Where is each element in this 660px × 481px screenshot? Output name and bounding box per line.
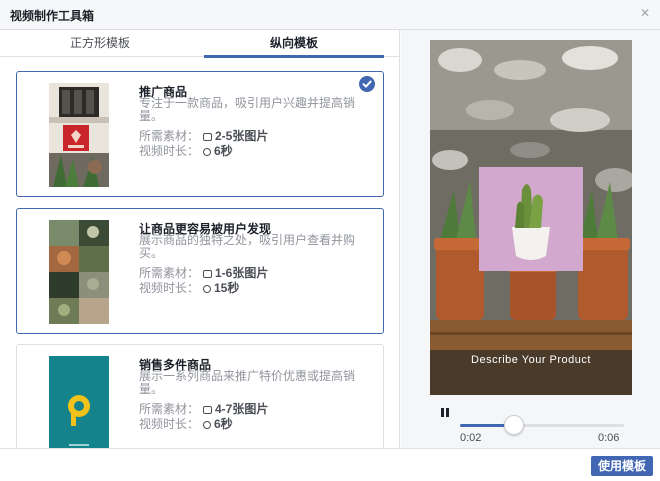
duration-row: 视频时长： 6秒	[139, 142, 233, 159]
materials-label: 所需素材：	[139, 402, 200, 416]
image-icon	[203, 133, 212, 141]
dialog-footer: 使用模板	[0, 448, 660, 481]
clock-icon	[203, 285, 211, 293]
clock-icon	[203, 148, 211, 156]
clock-icon	[203, 421, 211, 429]
materials-label: 所需素材：	[139, 266, 200, 280]
duration-label: 视频时长：	[139, 144, 200, 158]
duration-label: 视频时长：	[139, 417, 200, 431]
duration-row: 视频时长： 6秒	[139, 415, 233, 432]
duration-value: 6秒	[203, 142, 233, 159]
preview-overlay-text: Describe Your Product	[471, 354, 591, 366]
playback-handle[interactable]	[504, 415, 525, 435]
template-thumbnail	[49, 356, 109, 448]
duration-seconds: 6秒	[214, 144, 233, 158]
dialog-titlebar: 视频制作工具箱 ✕	[0, 0, 660, 30]
duration-label: 视频时长：	[139, 281, 200, 295]
template-list-panel: 正方形模板 纵向模板 推广商品 专注于一款商品，吸引用户兴趣并提高销量。 所需素…	[0, 30, 400, 448]
template-description: 展示商品的独特之处，吸引用户查看并购买。	[139, 233, 356, 260]
tab-square-templates[interactable]: 正方形模板	[0, 30, 200, 57]
template-card-product-discovery[interactable]: 让商品更容易被用户发现 展示商品的独特之处，吸引用户查看并购买。 所需素材： 1…	[16, 208, 384, 334]
template-tabs: 正方形模板 纵向模板	[0, 30, 399, 58]
image-icon	[203, 406, 212, 414]
close-icon[interactable]: ✕	[640, 6, 650, 20]
duration-value: 6秒	[203, 415, 233, 432]
duration-seconds: 6秒	[214, 417, 233, 431]
duration-value: 15秒	[203, 279, 239, 296]
materials-count: 1-6张图片	[215, 266, 269, 280]
preview-panel: Describe Your Product 0:02 0:06	[401, 30, 660, 448]
video-preview: Describe Your Product	[430, 40, 632, 395]
duration-seconds: 15秒	[214, 281, 240, 295]
pause-icon[interactable]	[441, 408, 451, 418]
duration-row: 视频时长： 15秒	[139, 279, 239, 296]
use-template-button[interactable]: 使用模板	[591, 456, 653, 476]
template-card-promote-product[interactable]: 推广商品 专注于一款商品，吸引用户兴趣并提高销量。 所需素材： 2-5张图片 视…	[16, 71, 384, 197]
image-icon	[203, 270, 212, 278]
template-description: 展示一系列商品来推广特价优惠或提高销量。	[139, 369, 356, 396]
template-card-sell-multiple[interactable]: 销售多件商品 展示一系列商品来推广特价优惠或提高销量。 所需素材： 4-7张图片…	[16, 344, 384, 448]
total-time: 0:06	[598, 432, 620, 444]
materials-count: 4-7张图片	[215, 402, 269, 416]
materials-count: 2-5张图片	[215, 129, 269, 143]
materials-label: 所需素材：	[139, 129, 200, 143]
template-thumbnail	[49, 220, 109, 324]
preview-image	[430, 40, 632, 395]
playback-slider[interactable]	[460, 415, 624, 435]
current-time: 0:02	[460, 432, 482, 444]
dialog-title: 视频制作工具箱	[10, 9, 95, 23]
selected-checkmark-icon	[359, 76, 375, 92]
tab-vertical-templates[interactable]: 纵向模板	[204, 30, 384, 58]
template-thumbnail	[49, 83, 109, 187]
template-description: 专注于一款商品，吸引用户兴趣并提高销量。	[139, 96, 356, 123]
